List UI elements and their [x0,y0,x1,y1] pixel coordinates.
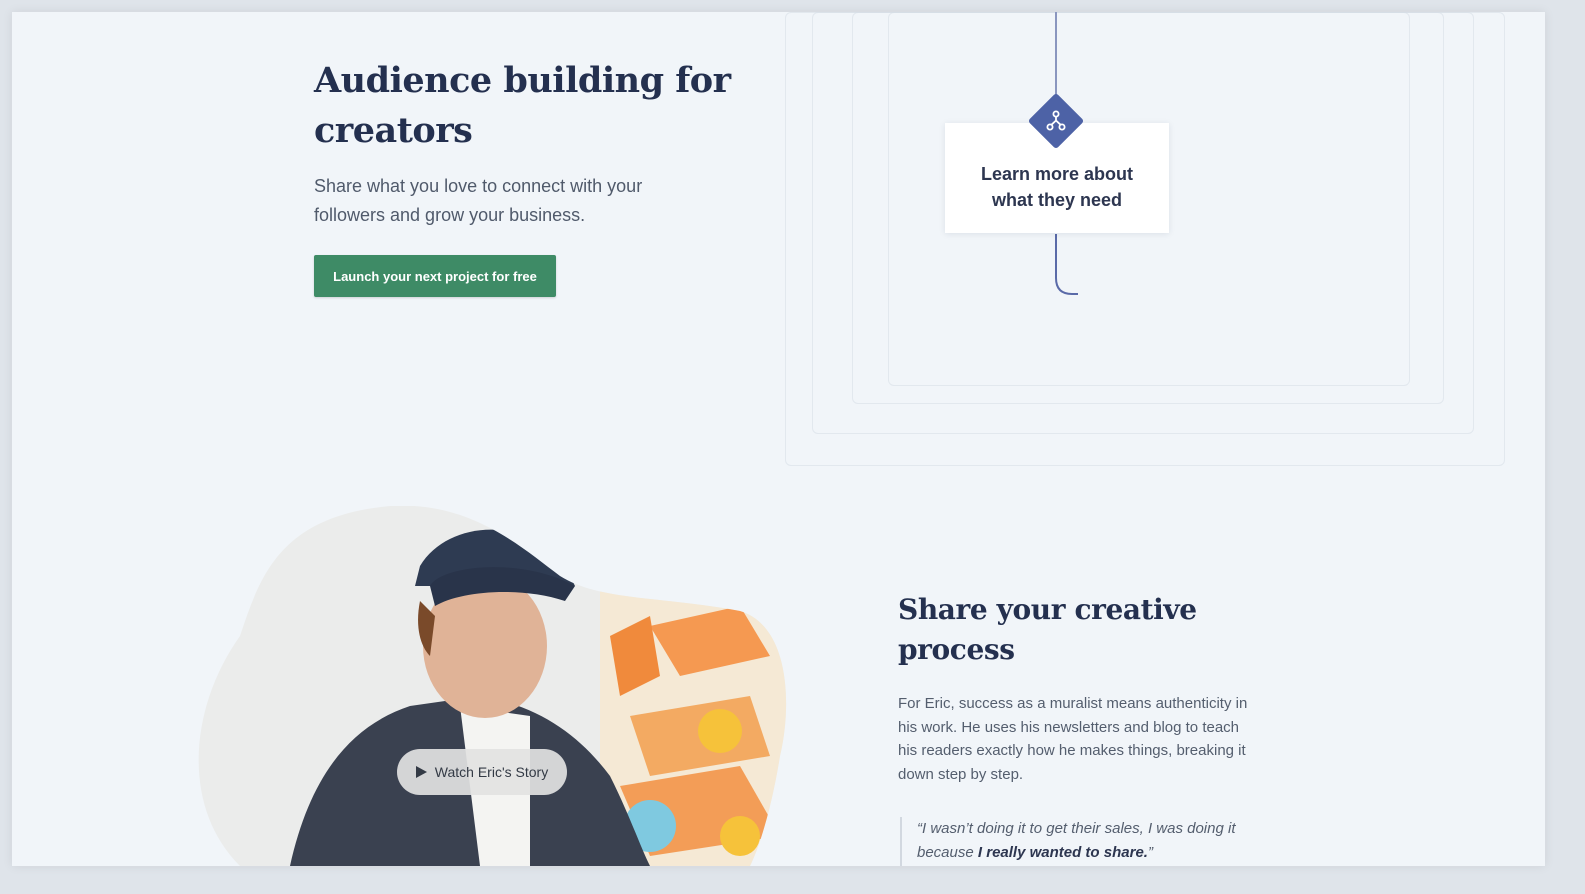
flow-step-label: Learn more about what they need [980,164,1134,210]
launch-project-button[interactable]: Launch your next project for free [314,255,556,297]
quote-emphasis: I really wanted to share. [977,844,1148,861]
section-title: Share your creative process [898,593,1197,666]
section-body: For Eric, success as a muralist means au… [898,695,1248,783]
quote-close: ” [1147,844,1153,861]
watch-story-button[interactable]: Watch Eric's Story [397,749,567,795]
page: Audience building for creators Share wha… [12,12,1545,866]
play-icon [415,766,427,778]
creator-photo [180,506,790,866]
watch-story-label: Watch Eric's Story [434,764,549,780]
testimonial-quote: “I wasn’t doing it to get their sales, I… [900,817,1257,866]
hero-subtitle: Share what you love to connect with your… [314,176,643,225]
hero-title: Audience building for creators [314,60,731,151]
